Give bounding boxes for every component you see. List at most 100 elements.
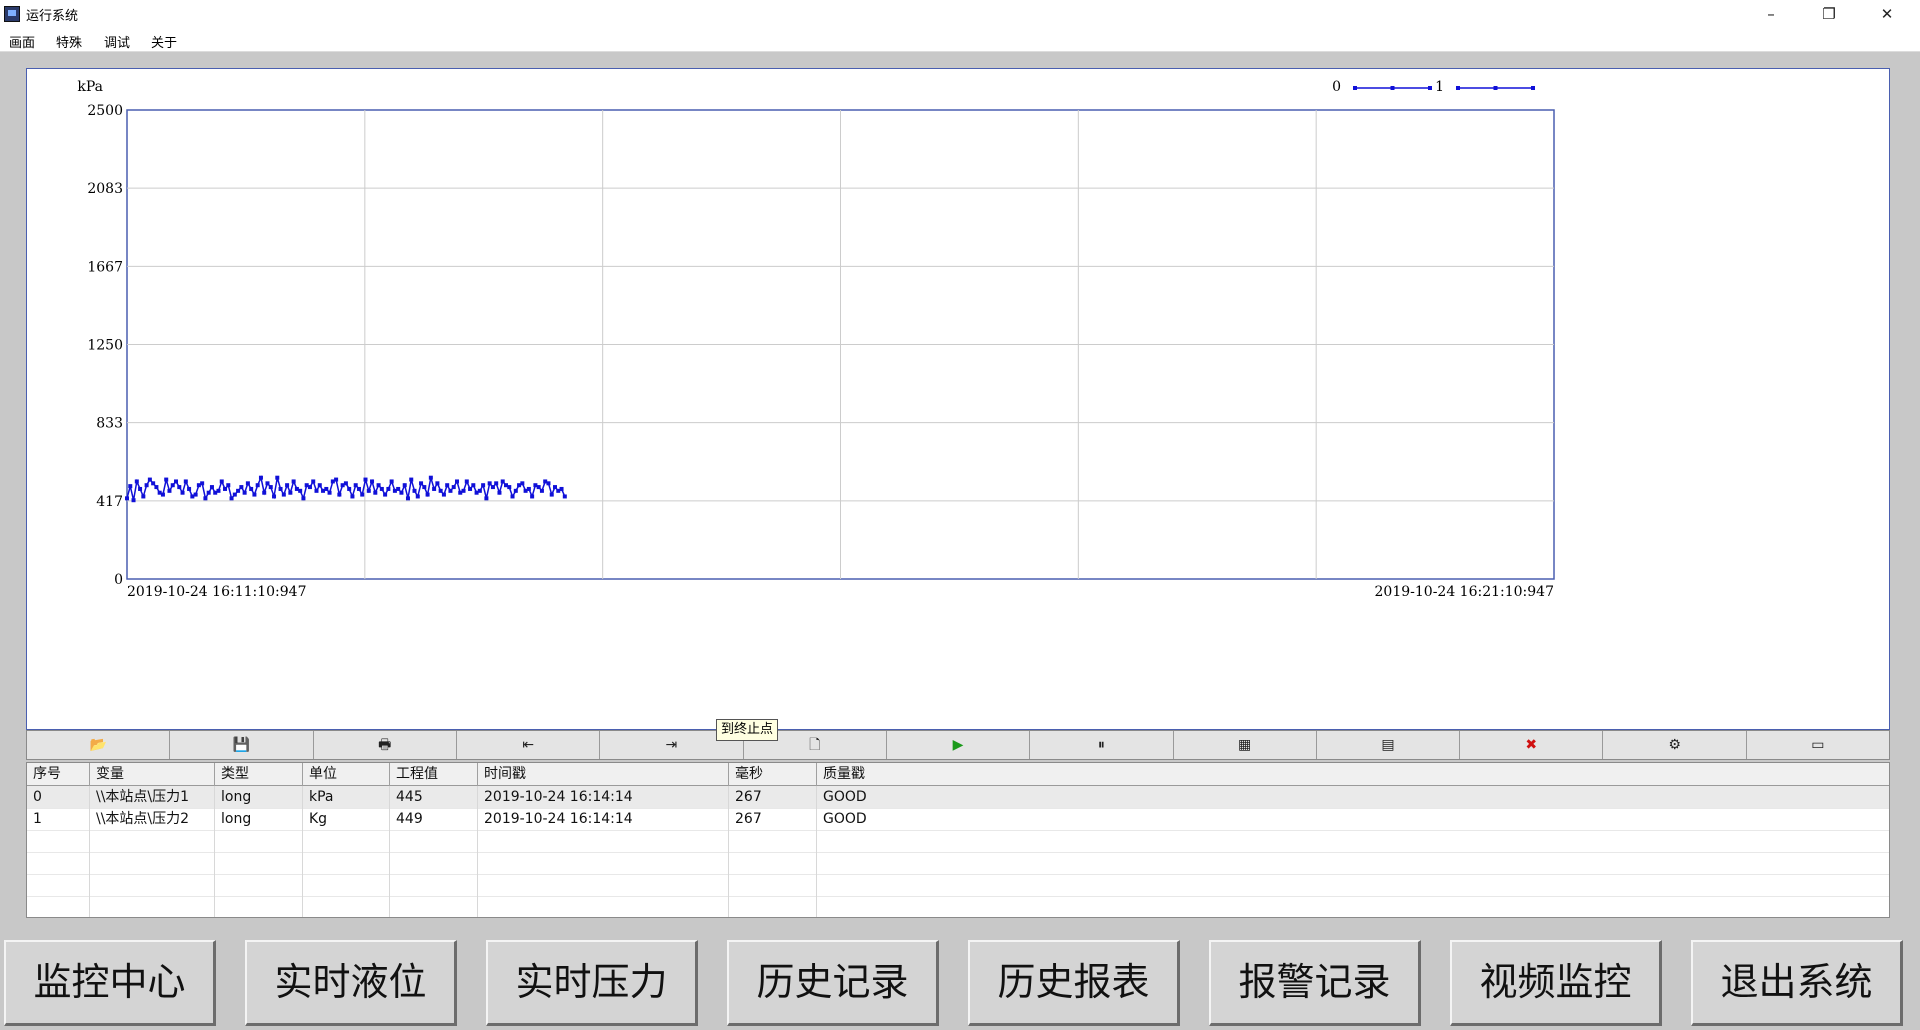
table-cell: kPa: [303, 786, 390, 809]
save-icon: 💾: [232, 737, 251, 753]
series-0-point: [487, 481, 492, 486]
legend-marker: [1456, 86, 1460, 90]
nav-history-record-button[interactable]: 历史记录: [727, 940, 939, 1026]
table-cell: [215, 830, 303, 853]
table-cell: [729, 874, 817, 897]
play-icon: ▶: [952, 737, 964, 753]
navigation-bar: 监控中心 实时液位 实时压力 历史记录 历史报表 报警记录 视频监控 退出系统: [0, 931, 1920, 1030]
table-cell: [390, 896, 478, 917]
table-cell: [478, 830, 729, 853]
go-to-start-button[interactable]: ⇤: [457, 731, 601, 759]
empty-table-row[interactable]: [27, 852, 1889, 875]
x-end-label: 2019-10-24 16:21:10:947: [1375, 584, 1554, 600]
y-tick-label: 833: [96, 416, 123, 432]
series-0-point: [147, 477, 152, 482]
minimize-button[interactable]: –: [1742, 0, 1800, 28]
series-0-point: [376, 483, 381, 488]
menu-bar: 画面 特殊 调试 关于: [0, 28, 1920, 52]
series-0-point: [154, 485, 159, 490]
series-0-point: [536, 485, 541, 490]
restore-button[interactable]: ❐: [1800, 0, 1858, 28]
table-cell: [817, 874, 1889, 897]
config-button[interactable]: ⚙: [1603, 731, 1747, 759]
series-0-point: [513, 488, 518, 493]
series-0-point: [327, 490, 332, 495]
series-0-point: [167, 488, 172, 493]
nav-realtime-level-button[interactable]: 实时液位: [245, 940, 457, 1026]
series-0-point: [468, 486, 473, 491]
print-button[interactable]: 🖶: [314, 731, 457, 759]
series-0-point: [278, 486, 283, 491]
empty-table-row[interactable]: [27, 874, 1889, 897]
column-header: 单位: [303, 763, 390, 786]
table-cell: [817, 852, 1889, 875]
legend-label-0: 0: [1332, 79, 1341, 95]
pause-icon: ⏸: [1097, 737, 1105, 753]
y-tick-label: 417: [96, 494, 123, 510]
series-0-point: [461, 488, 466, 493]
table-cell: [27, 852, 90, 875]
series-0-point: [526, 486, 531, 491]
series-0-point: [370, 479, 375, 484]
series-0-point: [435, 481, 440, 486]
empty-table-row[interactable]: [27, 896, 1889, 917]
table-cell: 445: [390, 786, 478, 809]
variable-table: 序号 变量 类型 单位 工程值 时间戳 毫秒 质量戳 0 \\本站点\压力1 long kPa 445 2…: [26, 762, 1890, 918]
nav-monitor-center-button[interactable]: 监控中心: [4, 940, 216, 1026]
series-0-point: [448, 488, 453, 493]
table-cell: [303, 896, 390, 917]
series-0-point: [451, 485, 456, 490]
table-cell: GOOD: [817, 786, 1889, 809]
nav-alarm-record-button[interactable]: 报警记录: [1209, 940, 1421, 1026]
series-0-point: [464, 479, 469, 484]
delete-button[interactable]: ✖: [1460, 731, 1604, 759]
series-0-point: [229, 496, 234, 501]
series-0-point: [183, 479, 188, 484]
column-header: 变量: [90, 763, 215, 786]
trend-chart[interactable]: 2500 2083 1667 1250 833 417 0 kPa 2019-10-24 16:…: [26, 68, 1890, 730]
series-0-point: [383, 492, 388, 497]
series-0-point: [454, 479, 459, 484]
table-cell: [90, 830, 215, 853]
pause-button[interactable]: ⏸: [1030, 731, 1174, 759]
nav-video-monitor-button[interactable]: 视频监控: [1450, 940, 1662, 1026]
menu-debug[interactable]: 调试: [104, 32, 130, 51]
table-row[interactable]: 1 \\本站点\压力2 long Kg 449 2019-10-24 16:14:14 26…: [27, 808, 1889, 831]
series-0-point: [350, 494, 355, 499]
nav-realtime-pressure-button[interactable]: 实时压力: [486, 940, 698, 1026]
series-0-point: [409, 477, 414, 482]
series-0-point: [356, 486, 361, 491]
grid-button[interactable]: ▦: [1174, 731, 1317, 759]
nav-exit-system-button[interactable]: 退出系统: [1691, 940, 1903, 1026]
table-cell: long: [215, 808, 303, 831]
close-button[interactable]: ✕: [1858, 0, 1916, 28]
series-0-point: [438, 488, 443, 493]
series-0-point: [131, 498, 136, 503]
nav-history-report-button[interactable]: 历史报表: [968, 940, 1180, 1026]
x-start-label: 2019-10-24 16:11:10:947: [127, 584, 306, 600]
series-0-point: [471, 483, 476, 488]
table-row[interactable]: 0 \\本站点\压力1 long kPa 445 2019-10-24 16:14:14 2…: [27, 786, 1889, 809]
series-0-point: [281, 492, 286, 497]
series-0-point: [160, 492, 165, 497]
series-0-point: [216, 488, 221, 493]
menu-special[interactable]: 特殊: [56, 32, 82, 51]
table-settings-button[interactable]: ▤: [1317, 731, 1461, 759]
legend-marker: [1353, 86, 1357, 90]
series-0-point: [373, 490, 378, 495]
table-cell: [303, 830, 390, 853]
open-folder-button[interactable]: 📂: [27, 731, 171, 759]
series-0-point: [432, 486, 437, 491]
menu-screen[interactable]: 画面: [9, 32, 35, 51]
table-cell: GOOD: [817, 808, 1889, 831]
play-button[interactable]: ▶: [887, 731, 1031, 759]
menu-about[interactable]: 关于: [151, 32, 177, 51]
empty-table-row[interactable]: [27, 830, 1889, 853]
table-cell: 2019-10-24 16:14:14: [478, 786, 729, 809]
save-button[interactable]: 💾: [170, 731, 314, 759]
series-0-point: [347, 486, 352, 491]
series-0-point: [311, 479, 316, 484]
window-button[interactable]: ▭: [1747, 731, 1889, 759]
series-0-point: [223, 486, 228, 491]
series-0-point: [170, 483, 175, 488]
